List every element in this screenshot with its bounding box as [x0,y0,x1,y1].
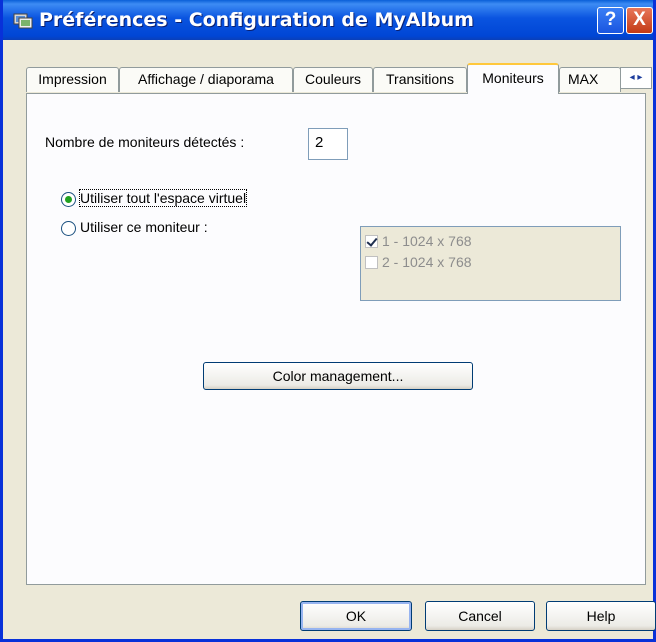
tab-scroll-buttons[interactable]: ◂ ▸ [620,67,652,89]
radio-virtual-space-label[interactable]: Utiliser tout l'espace virtuel [78,189,248,207]
help-button[interactable]: Help [546,601,656,631]
radio-selected-dot [65,196,72,203]
tab-panel-moniteurs [26,93,646,585]
radio-single-monitor[interactable] [61,221,76,236]
detected-monitors-count: 2 [308,128,348,160]
radio-single-monitor-label[interactable]: Utiliser ce moniteur : [80,219,208,235]
radio-virtual-space[interactable] [61,192,76,207]
tab-transitions[interactable]: Transitions [373,67,467,92]
window-title: Préférences - Configuration de MyAlbum [39,9,474,31]
scroll-left-icon[interactable]: ◂ [630,72,635,83]
monitor-2-checkbox [365,256,378,269]
monitor-list-item: 1 - 1024 x 768 [365,233,472,251]
tab-moniteurs[interactable]: Moniteurs [467,63,559,94]
tab-couleurs[interactable]: Couleurs [293,67,373,92]
monitor-list-item: 2 - 1024 x 768 [365,254,472,272]
detected-monitors-label: Nombre de moniteurs détectés : [45,134,245,150]
preferences-dialog: Préférences - Configuration de MyAlbum ?… [0,0,656,642]
app-icon [13,13,33,29]
monitor-2-label: 2 - 1024 x 768 [382,254,472,270]
title-bar[interactable]: Préférences - Configuration de MyAlbum ?… [3,0,653,40]
ok-button[interactable]: OK [300,601,412,631]
monitor-1-label: 1 - 1024 x 768 [382,233,472,249]
color-management-button[interactable]: Color management... [203,362,473,390]
tab-affichage-diaporama[interactable]: Affichage / diaporama [119,67,293,92]
monitor-1-checkbox [365,235,378,248]
scroll-right-icon[interactable]: ▸ [637,72,642,83]
cancel-button[interactable]: Cancel [425,601,535,631]
monitor-list: 1 - 1024 x 768 2 - 1024 x 768 [360,226,621,301]
tab-max[interactable]: MAX [559,67,621,92]
help-title-button[interactable]: ? [597,7,624,34]
close-button[interactable]: X [626,7,653,34]
tab-impression[interactable]: Impression [26,67,119,92]
tab-strip: Impression Affichage / diaporama Couleur… [26,63,652,94]
